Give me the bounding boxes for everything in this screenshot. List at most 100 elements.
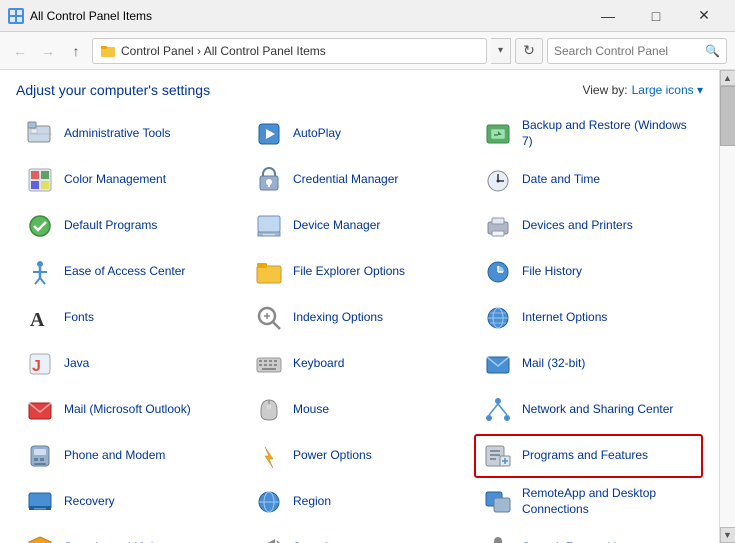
indexing-options-label: Indexing Options — [293, 310, 383, 326]
item-file-explorer[interactable]: File Explorer Options — [245, 250, 474, 294]
item-region[interactable]: Region — [245, 480, 474, 524]
item-backup-restore[interactable]: Backup and Restore (Windows 7) — [474, 112, 703, 156]
ease-of-access-label: Ease of Access Center — [64, 264, 185, 280]
network-sharing-icon — [482, 394, 514, 426]
item-administrative-tools[interactable]: Administrative Tools — [16, 112, 245, 156]
item-programs-features[interactable]: Programs and Features — [474, 434, 703, 478]
item-sound[interactable]: Sound — [245, 526, 474, 543]
scroll-track — [720, 86, 735, 527]
mail-outlook-icon — [24, 394, 56, 426]
app-icon — [8, 8, 24, 24]
svg-text:J: J — [32, 358, 41, 375]
item-color-management[interactable]: Color Management — [16, 158, 245, 202]
java-label: Java — [64, 356, 89, 372]
back-button[interactable]: ← — [8, 39, 32, 63]
mail-32bit-label: Mail (32-bit) — [522, 356, 585, 372]
item-keyboard[interactable]: Keyboard — [245, 342, 474, 386]
file-history-label: File History — [522, 264, 582, 280]
item-devices-printers[interactable]: Devices and Printers — [474, 204, 703, 248]
item-mail-outlook[interactable]: Mail (Microsoft Outlook) — [16, 388, 245, 432]
scroll-down-arrow[interactable]: ▼ — [720, 527, 735, 543]
scroll-thumb[interactable] — [720, 86, 735, 146]
item-mouse[interactable]: Mouse — [245, 388, 474, 432]
item-remoteapp[interactable]: RemoteApp and Desktop Connections — [474, 480, 703, 524]
address-box[interactable]: Control Panel › All Control Panel Items — [92, 38, 487, 64]
item-java[interactable]: J Java — [16, 342, 245, 386]
item-internet-options[interactable]: Internet Options — [474, 296, 703, 340]
window-title: All Control Panel Items — [30, 9, 152, 23]
item-indexing-options[interactable]: Indexing Options — [245, 296, 474, 340]
scroll-up-arrow[interactable]: ▲ — [720, 70, 735, 86]
ease-of-access-icon — [24, 256, 56, 288]
devices-printers-icon — [482, 210, 514, 242]
item-default-programs[interactable]: Default Programs — [16, 204, 245, 248]
speech-recognition-icon — [482, 532, 514, 543]
minimize-button[interactable]: — — [585, 0, 631, 32]
region-icon — [253, 486, 285, 518]
mouse-label: Mouse — [293, 402, 329, 418]
search-input[interactable] — [554, 44, 701, 58]
network-sharing-label: Network and Sharing Center — [522, 402, 673, 418]
item-phone-modem[interactable]: Phone and Modem — [16, 434, 245, 478]
keyboard-label: Keyboard — [293, 356, 344, 372]
mouse-icon — [253, 394, 285, 426]
item-credential-manager[interactable]: Credential Manager — [245, 158, 474, 202]
java-icon: J — [24, 348, 56, 380]
device-manager-label: Device Manager — [293, 218, 380, 234]
programs-features-label: Programs and Features — [522, 448, 648, 464]
title-bar: All Control Panel Items — □ ✕ — [0, 0, 735, 32]
autoplay-icon — [253, 118, 285, 150]
credential-manager-label: Credential Manager — [293, 172, 398, 188]
internet-options-label: Internet Options — [522, 310, 607, 326]
item-ease-of-access[interactable]: Ease of Access Center — [16, 250, 245, 294]
device-manager-icon — [253, 210, 285, 242]
region-label: Region — [293, 494, 331, 510]
autoplay-label: AutoPlay — [293, 126, 341, 142]
item-date-time[interactable]: Date and Time — [474, 158, 703, 202]
security-maintenance-icon — [24, 532, 56, 543]
backup-restore-label: Backup and Restore (Windows 7) — [522, 118, 695, 149]
administrative-tools-icon — [24, 118, 56, 150]
phone-modem-label: Phone and Modem — [64, 448, 165, 464]
refresh-button[interactable]: ↻ — [515, 38, 543, 64]
remoteapp-icon — [482, 486, 514, 518]
backup-restore-icon — [482, 118, 514, 150]
address-dropdown[interactable]: ▾ — [491, 38, 511, 64]
credential-manager-icon — [253, 164, 285, 196]
view-by-control: View by: Large icons ▾ — [582, 83, 703, 97]
sound-icon — [253, 532, 285, 543]
item-mail-32bit[interactable]: Mail (32-bit) — [474, 342, 703, 386]
item-network-sharing[interactable]: Network and Sharing Center — [474, 388, 703, 432]
address-path: Control Panel › All Control Panel Items — [121, 44, 326, 58]
default-programs-icon — [24, 210, 56, 242]
up-button[interactable]: ↑ — [64, 39, 88, 63]
forward-button[interactable]: → — [36, 39, 60, 63]
view-by-label: View by: — [582, 83, 627, 97]
recovery-icon — [24, 486, 56, 518]
mail-outlook-label: Mail (Microsoft Outlook) — [64, 402, 191, 418]
view-by-value[interactable]: Large icons ▾ — [632, 83, 703, 97]
power-options-label: Power Options — [293, 448, 372, 464]
item-power-options[interactable]: Power Options — [245, 434, 474, 478]
search-box[interactable]: 🔍 — [547, 38, 727, 64]
item-device-manager[interactable]: Device Manager — [245, 204, 474, 248]
close-button[interactable]: ✕ — [681, 0, 727, 32]
maximize-button[interactable]: □ — [633, 0, 679, 32]
item-speech-recognition[interactable]: Speech Recognition — [474, 526, 703, 543]
item-file-history[interactable]: File History — [474, 250, 703, 294]
date-time-icon — [482, 164, 514, 196]
mail-32bit-icon — [482, 348, 514, 380]
power-options-icon — [253, 440, 285, 472]
scrollbar: ▲ ▼ — [719, 70, 735, 543]
item-recovery[interactable]: Recovery — [16, 480, 245, 524]
item-fonts[interactable]: AFonts — [16, 296, 245, 340]
color-management-label: Color Management — [64, 172, 166, 188]
item-autoplay[interactable]: AutoPlay — [245, 112, 474, 156]
search-icon: 🔍 — [705, 44, 720, 58]
programs-features-icon — [482, 440, 514, 472]
devices-printers-label: Devices and Printers — [522, 218, 633, 234]
keyboard-icon — [253, 348, 285, 380]
item-security-maintenance[interactable]: Security and Maintenance — [16, 526, 245, 543]
color-management-icon — [24, 164, 56, 196]
svg-text:A: A — [30, 309, 45, 331]
